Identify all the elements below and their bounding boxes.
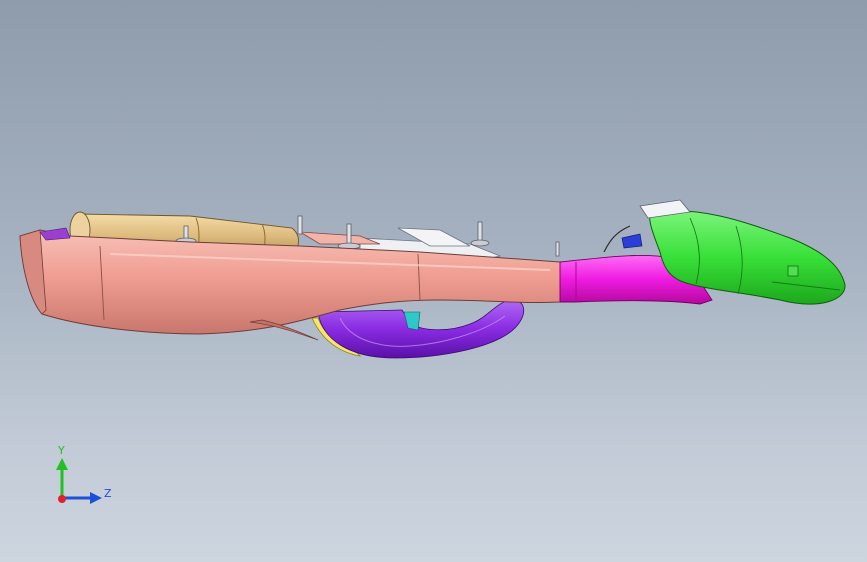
head-clip-blue bbox=[621, 233, 643, 249]
top-rail-plate-3[interactable] bbox=[299, 231, 381, 245]
3d-viewport[interactable]: Y Z bbox=[0, 0, 867, 562]
housing-left-bracket bbox=[39, 227, 71, 241]
cad-model[interactable] bbox=[0, 0, 867, 562]
head-tab bbox=[787, 265, 799, 277]
